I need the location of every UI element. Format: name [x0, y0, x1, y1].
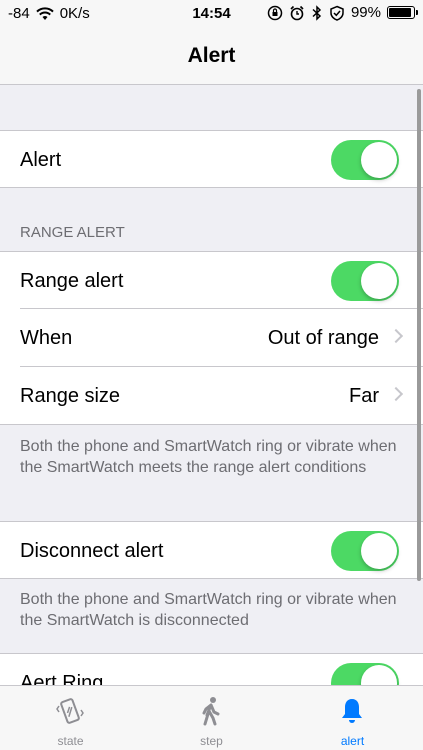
tab-step[interactable]: step — [141, 686, 282, 750]
settings-list[interactable]: Alert RANGE ALERT Range alert When Out o… — [0, 85, 423, 685]
range-size-row[interactable]: Range size Far — [0, 367, 423, 425]
shield-icon — [330, 5, 344, 21]
disconnect-alert-footer: Both the phone and SmartWatch ring or vi… — [20, 591, 397, 629]
tab-alert[interactable]: alert — [282, 686, 423, 750]
disconnect-alert-row: Disconnect alert — [0, 521, 423, 579]
tab-step-label: step — [200, 734, 223, 748]
when-row[interactable]: When Out of range — [0, 309, 423, 367]
tab-state-label: state — [57, 734, 84, 748]
bluetooth-icon — [312, 4, 322, 21]
when-label: When — [20, 327, 73, 349]
status-right: 99% — [267, 4, 418, 21]
range-alert-section-header: RANGE ALERT — [20, 224, 125, 241]
toggle-knob — [361, 263, 397, 299]
phone-vibrate-icon — [56, 698, 84, 724]
chevron-right-icon — [388, 328, 404, 344]
toggle-knob — [361, 665, 397, 685]
status-bar: -84 0K/s 14:54 99% — [0, 0, 423, 28]
when-value: Out of range — [267, 327, 379, 349]
disconnect-alert-toggle[interactable] — [331, 531, 399, 571]
alert-ring-label: Aert Ring — [20, 672, 104, 685]
toggle-knob — [361, 533, 397, 569]
alert-ring-row: Aert Ring — [0, 653, 423, 685]
rotation-lock-icon — [267, 5, 283, 20]
tab-bar: state step alert — [0, 685, 423, 750]
range-alert-toggle[interactable] — [331, 261, 399, 301]
page-title: Alert — [187, 44, 236, 67]
battery-icon — [387, 6, 418, 19]
range-alert-label: Range alert — [20, 270, 124, 292]
range-size-label: Range size — [20, 385, 121, 407]
chevron-right-icon — [388, 386, 404, 402]
bell-icon — [342, 699, 362, 723]
alarm-icon — [290, 5, 304, 20]
tab-state[interactable]: state — [0, 686, 141, 750]
range-alert-row: Range alert — [0, 251, 423, 309]
walking-icon — [202, 697, 220, 726]
range-size-value: Far — [349, 385, 379, 407]
range-alert-footer: Both the phone and SmartWatch ring or vi… — [20, 438, 397, 476]
disconnect-alert-label: Disconnect alert — [20, 540, 164, 562]
battery-percent: 99% — [350, 4, 381, 21]
scrollbar[interactable] — [417, 89, 421, 581]
toggle-knob — [361, 142, 397, 178]
alert-row: Alert — [0, 130, 423, 188]
navigation-bar: Alert — [0, 28, 423, 85]
alert-ring-toggle[interactable] — [331, 663, 399, 685]
tab-alert-label: alert — [340, 734, 365, 748]
alert-label: Alert — [20, 149, 62, 171]
alert-toggle[interactable] — [331, 140, 399, 180]
